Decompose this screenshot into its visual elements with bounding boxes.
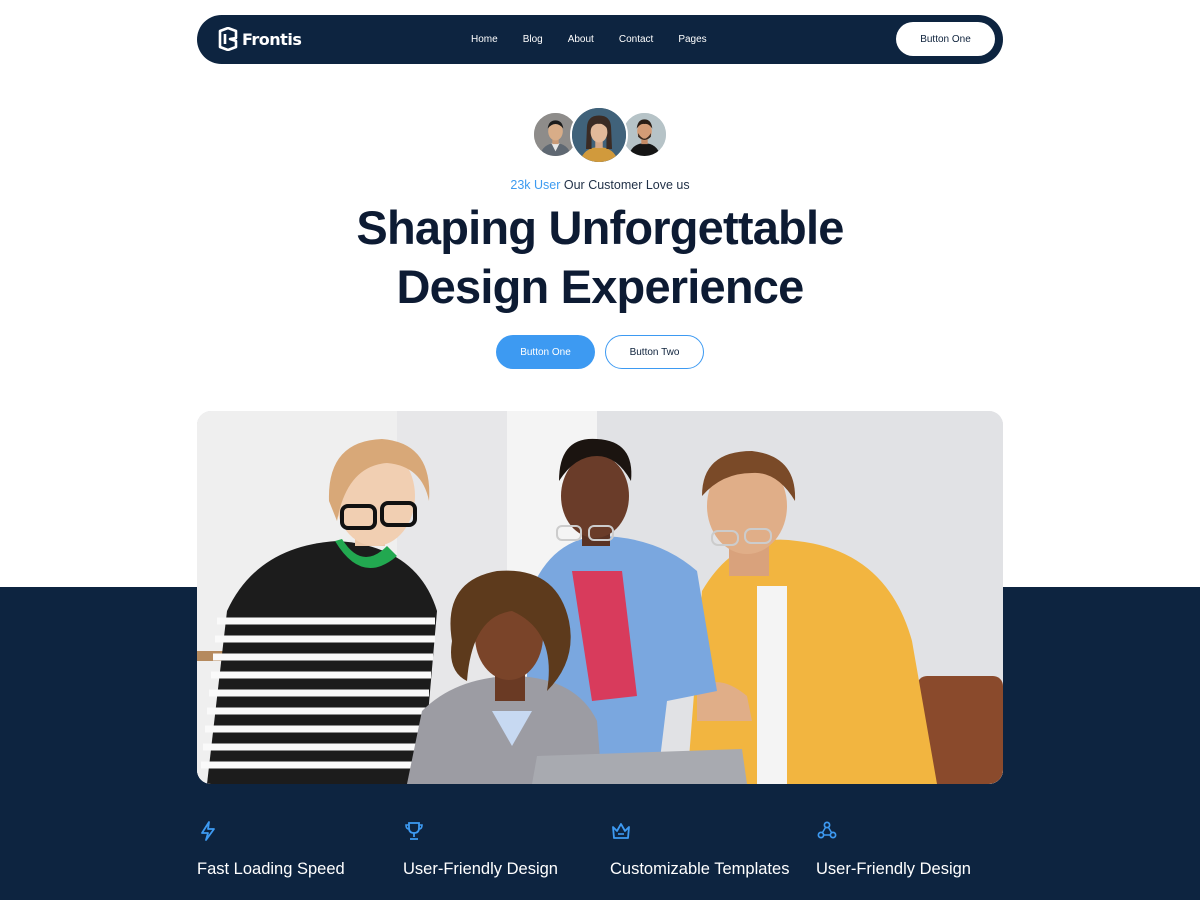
avatar (570, 106, 628, 164)
crown-icon (612, 823, 630, 839)
network-icon (817, 821, 837, 839)
hero-primary-button[interactable]: Button One (496, 335, 595, 369)
hero-tagline: 23k User Our Customer Love us (0, 178, 1200, 192)
frontis-logo-icon (218, 27, 238, 51)
nav-link-contact[interactable]: Contact (619, 34, 653, 45)
feature-item: Fast Loading Speed (197, 820, 397, 878)
team-photo (197, 411, 1003, 784)
feature-item: User-Friendly Design (403, 820, 603, 878)
avatar (621, 111, 668, 158)
brand-logo[interactable]: Frontis (217, 27, 302, 51)
brand-name: Frontis (242, 29, 302, 49)
feature-label: Customizable Templates (610, 860, 790, 878)
feature-label: User-Friendly Design (403, 860, 558, 878)
nav-link-pages[interactable]: Pages (678, 34, 706, 45)
feature-item: User-Friendly Design (816, 820, 1016, 878)
headline-line-1: Shaping Unforgettable (356, 201, 844, 254)
feature-label: Fast Loading Speed (197, 860, 345, 878)
user-count: 23k User (510, 178, 561, 192)
lightning-icon (201, 821, 215, 841)
tagline-text: Our Customer Love us (560, 178, 690, 192)
nav-cta-button[interactable]: Button One (896, 22, 995, 56)
hero-secondary-button[interactable]: Button Two (605, 335, 704, 369)
headline-line-2: Design Experience (396, 260, 805, 313)
nav-link-blog[interactable]: Blog (523, 34, 543, 45)
feature-label: User-Friendly Design (816, 860, 971, 878)
main-menu: Home Blog About Contact Pages (471, 15, 732, 64)
nav-link-about[interactable]: About (568, 34, 594, 45)
navbar: Frontis Home Blog About Contact Pages Bu… (197, 15, 1003, 64)
nav-link-home[interactable]: Home (471, 34, 498, 45)
trophy-icon (405, 822, 423, 840)
customer-avatars (532, 106, 672, 164)
hero-headline: Shaping Unforgettable Design Experience (0, 198, 1200, 316)
feature-item: Customizable Templates (610, 820, 810, 878)
